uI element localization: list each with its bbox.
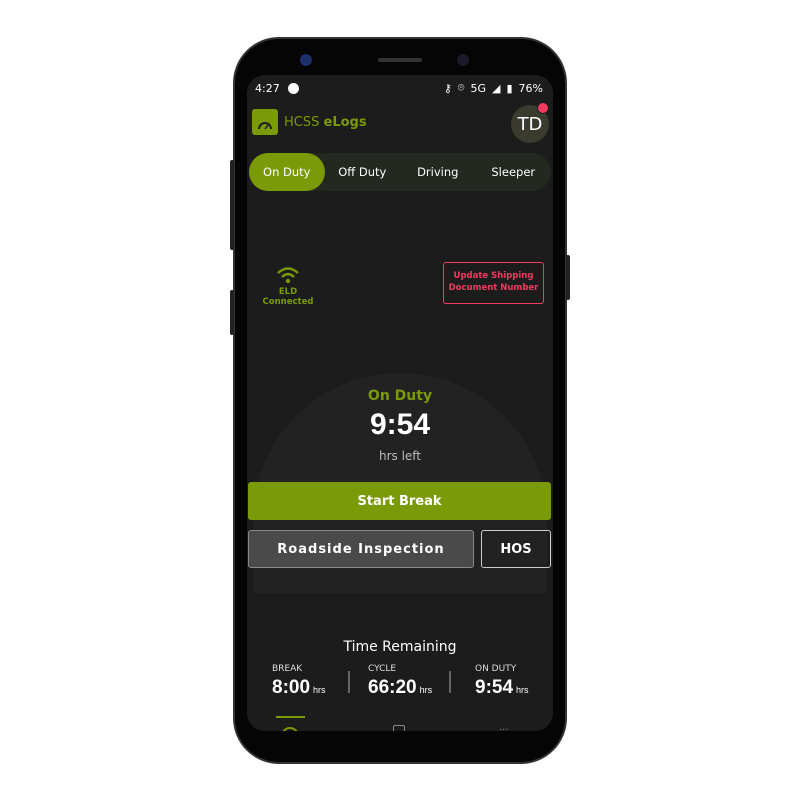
tab-on-duty[interactable]: On Duty <box>249 153 325 191</box>
current-status-time: 9:54 <box>369 408 431 441</box>
notification-dot-icon <box>287 82 299 94</box>
notification-badge <box>537 102 549 114</box>
app-screen: 4:27 ⚷ ⌾ 5G ◢ ▮ 76% HCSS eLogs TD On Dut… <box>247 75 553 731</box>
break-label: BREAK <box>272 664 303 674</box>
current-status-sub: hrs left <box>378 449 422 463</box>
hos-button[interactable]: HOS <box>481 530 551 568</box>
eld-status: ELD Connected <box>253 265 323 307</box>
tab-driving[interactable]: Driving <box>400 153 476 191</box>
clock: 4:27 <box>255 81 280 95</box>
camera-icon <box>457 54 469 66</box>
on-duty-remaining: ON DUTY 9:54 hrs <box>475 664 529 699</box>
nav-more-icon[interactable]: ··· <box>499 725 509 731</box>
power-button <box>566 255 570 300</box>
break-value: 8:00 <box>272 677 311 698</box>
update-shipping-button[interactable]: Update Shipping Document Number <box>443 262 544 304</box>
divider <box>449 671 451 693</box>
start-break-button[interactable]: Start Break <box>248 482 551 520</box>
avatar[interactable]: TD <box>511 102 549 143</box>
roadside-inspection-button[interactable]: Roadside Inspection <box>248 530 474 568</box>
battery-icon: ▮ <box>506 81 513 95</box>
cycle-label: CYCLE <box>368 664 397 674</box>
bottom-nav-active-indicator <box>276 716 305 718</box>
status-bar: 4:27 ⚷ ⌾ 5G ◢ ▮ 76% <box>255 80 543 96</box>
avatar-initials: TD <box>517 113 543 135</box>
break-remaining: BREAK 8:00 hrs <box>272 664 326 699</box>
current-status-label: On Duty <box>367 388 433 404</box>
unit: hrs <box>313 685 326 695</box>
divider <box>348 671 350 693</box>
sensor-icon <box>300 54 312 66</box>
unit: hrs <box>419 685 433 695</box>
nav-home-icon[interactable] <box>281 727 299 731</box>
duty-status-tabs: On Duty Off Duty Driving Sleeper <box>249 153 551 191</box>
cycle-remaining: CYCLE 66:20 hrs <box>368 664 432 699</box>
on-duty-label: ON DUTY <box>475 664 517 674</box>
bixby-button <box>230 290 234 335</box>
nav-logs-icon[interactable] <box>393 725 405 731</box>
volume-button <box>230 160 234 250</box>
wifi-icon <box>277 267 299 284</box>
location-icon: ⌾ <box>457 81 465 94</box>
on-duty-value: 9:54 <box>475 677 514 698</box>
unit: hrs <box>516 685 529 695</box>
battery-level: 76% <box>518 81 543 95</box>
app-name: HCSS eLogs <box>284 115 367 130</box>
time-remaining-title: Time Remaining <box>343 639 457 655</box>
cycle-value: 66:20 <box>368 677 417 698</box>
vpn-key-icon: ⚷ <box>443 81 452 95</box>
tab-off-duty[interactable]: Off Duty <box>325 153 401 191</box>
network-type: 5G <box>470 81 487 95</box>
eld-status-label: ELD Connected <box>262 287 314 307</box>
app-logo-icon <box>252 109 278 135</box>
signal-icon: ◢ <box>492 81 501 95</box>
speaker-grille <box>378 58 422 62</box>
tab-sleeper[interactable]: Sleeper <box>476 153 552 191</box>
